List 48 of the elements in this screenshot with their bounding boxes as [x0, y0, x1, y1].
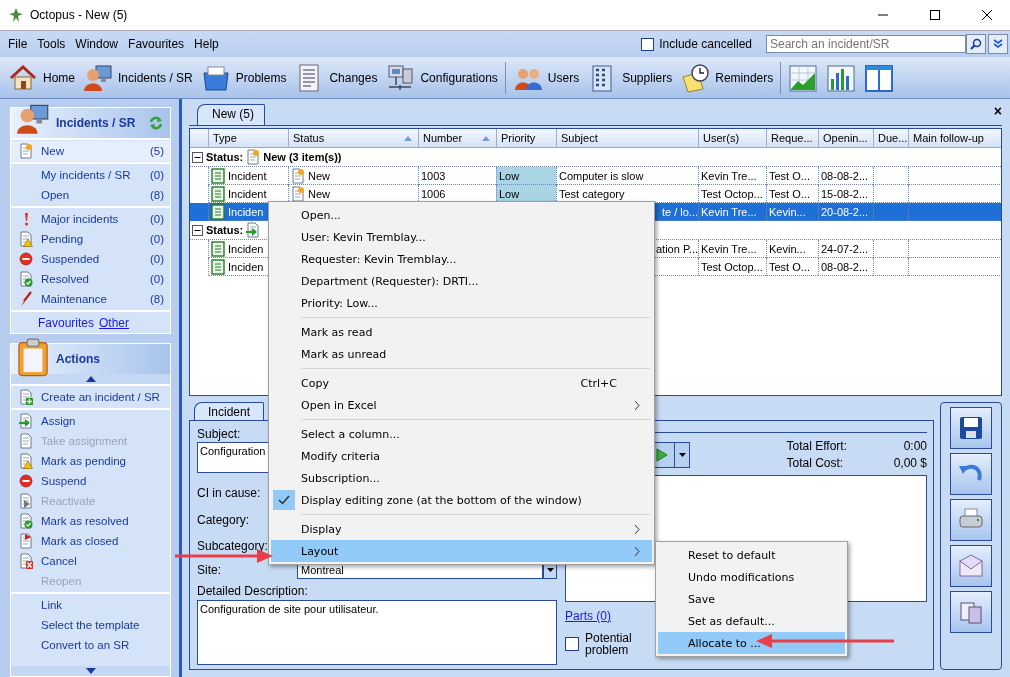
table-cell: Computer is slow: [559, 169, 644, 182]
table-cell: Test O...: [769, 187, 810, 200]
table-cell: Test O...: [769, 260, 810, 273]
table-cell: Inciden: [228, 205, 264, 218]
panel-title: Incidents / SR: [56, 116, 137, 130]
table-cell: Inciden: [228, 260, 264, 273]
group-label: Status:: [206, 151, 244, 163]
checkbox-label: Potential problem: [585, 632, 633, 656]
field-label: Category:: [197, 512, 250, 527]
panel-title: Actions: [56, 352, 101, 366]
table-cell: 1006: [421, 187, 446, 200]
table-cell: Incident: [228, 187, 267, 200]
table-cell: Kevin...: [769, 205, 806, 218]
field-label: CI in cause:: [197, 486, 261, 501]
table-cell: ation P...: [656, 242, 698, 255]
table-cell: 08-08-2...: [821, 260, 869, 273]
table-cell: 24-07-2...: [821, 242, 869, 255]
table-cell: Inciden: [228, 242, 264, 255]
table-cell: Test Octop...: [701, 260, 763, 273]
table-cell: Kevin Tre...: [701, 205, 757, 218]
table-cell: Kevin...: [769, 242, 806, 255]
table-cell: 1003: [421, 169, 446, 182]
total-cost-value: 0,00 $: [892, 456, 927, 470]
field-label: Subcategory:: [197, 539, 268, 554]
total-effort-label: Total Effort:: [786, 439, 847, 453]
field-label: Detailed Description:: [197, 584, 308, 599]
table-cell: Test category: [559, 187, 625, 200]
total-cost-label: Total Cost:: [786, 456, 845, 470]
total-effort-value: 0:00: [902, 439, 927, 453]
group-label: Status:: [206, 224, 244, 236]
field-label: Site:: [197, 563, 221, 578]
table-cell: Incident: [228, 169, 267, 182]
favourites-label: Favourites: [38, 316, 95, 330]
table-cell: New: [308, 187, 330, 200]
table-cell: Kevin Tre...: [701, 242, 757, 255]
window-title: Octopus - New (5): [30, 8, 129, 22]
table-cell: Low: [499, 187, 520, 200]
field-label: Subject:: [197, 427, 241, 441]
table-cell: Low: [499, 169, 520, 182]
table-cell: te / lo...: [661, 205, 698, 218]
table-cell: Kevin Tre...: [701, 169, 757, 182]
table-cell: 15-08-2...: [821, 187, 869, 200]
table-cell: Test Octop...: [701, 187, 763, 200]
table-cell: Test O...: [769, 169, 810, 182]
table-cell: 08-08-2...: [821, 169, 869, 182]
group-title: New (3 item(s)): [263, 151, 342, 163]
table-cell: New: [308, 169, 330, 182]
table-cell: 20-08-2...: [821, 205, 869, 218]
